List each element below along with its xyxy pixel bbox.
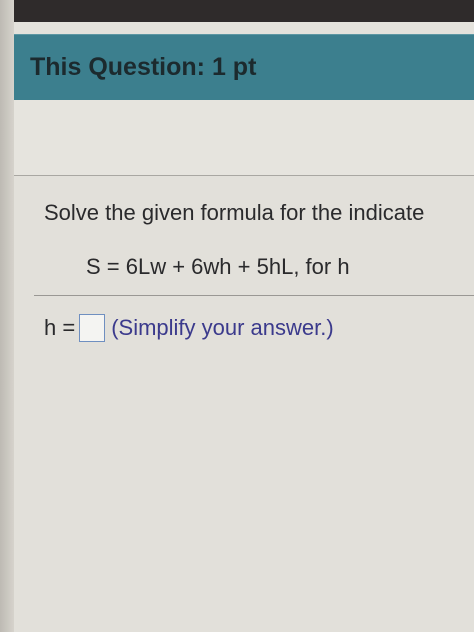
question-prompt: Solve the given formula for the indicate: [44, 200, 425, 225]
answer-hint: (Simplify your answer.): [111, 315, 334, 340]
screen: This Question: 1 pt Solve the given form…: [0, 0, 474, 632]
question-content: Solve the given formula for the indicate…: [14, 176, 474, 632]
question-points-header: This Question: 1 pt: [14, 34, 474, 100]
question-points-label: This Question: 1 pt: [30, 53, 257, 81]
header-spacer: [14, 100, 474, 176]
divider: [34, 295, 474, 296]
answer-input-box[interactable]: [79, 314, 106, 342]
formula-text: S = 6Lw + 6wh + 5hL, for h: [86, 254, 350, 279]
answer-row: h = (Simplify your answer.): [44, 312, 334, 344]
left-bezel: [0, 0, 14, 632]
top-banner: [14, 0, 474, 22]
answer-variable-label: h =: [44, 315, 76, 340]
